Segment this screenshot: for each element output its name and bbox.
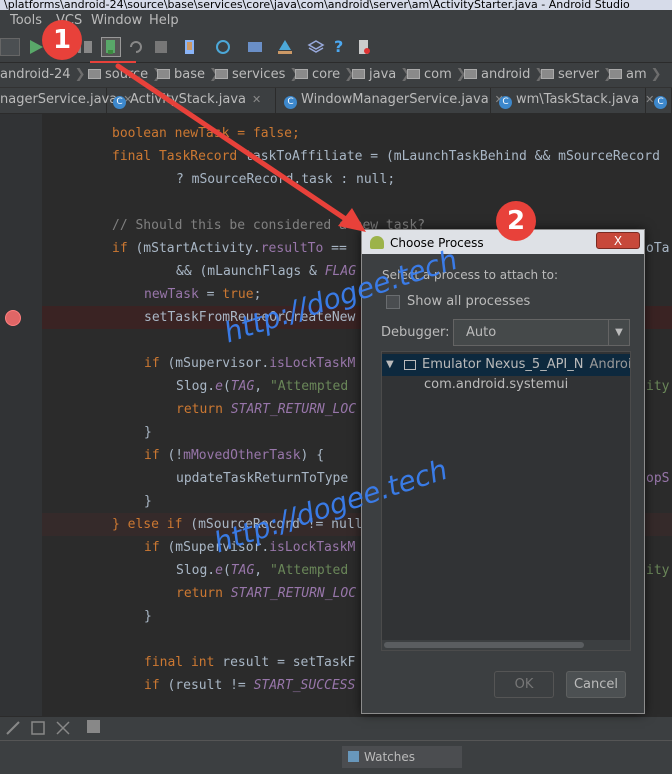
step-2-badge: 2 (496, 201, 536, 241)
annotation-arrow (115, 63, 366, 232)
step-1-badge: 1 (42, 20, 82, 60)
